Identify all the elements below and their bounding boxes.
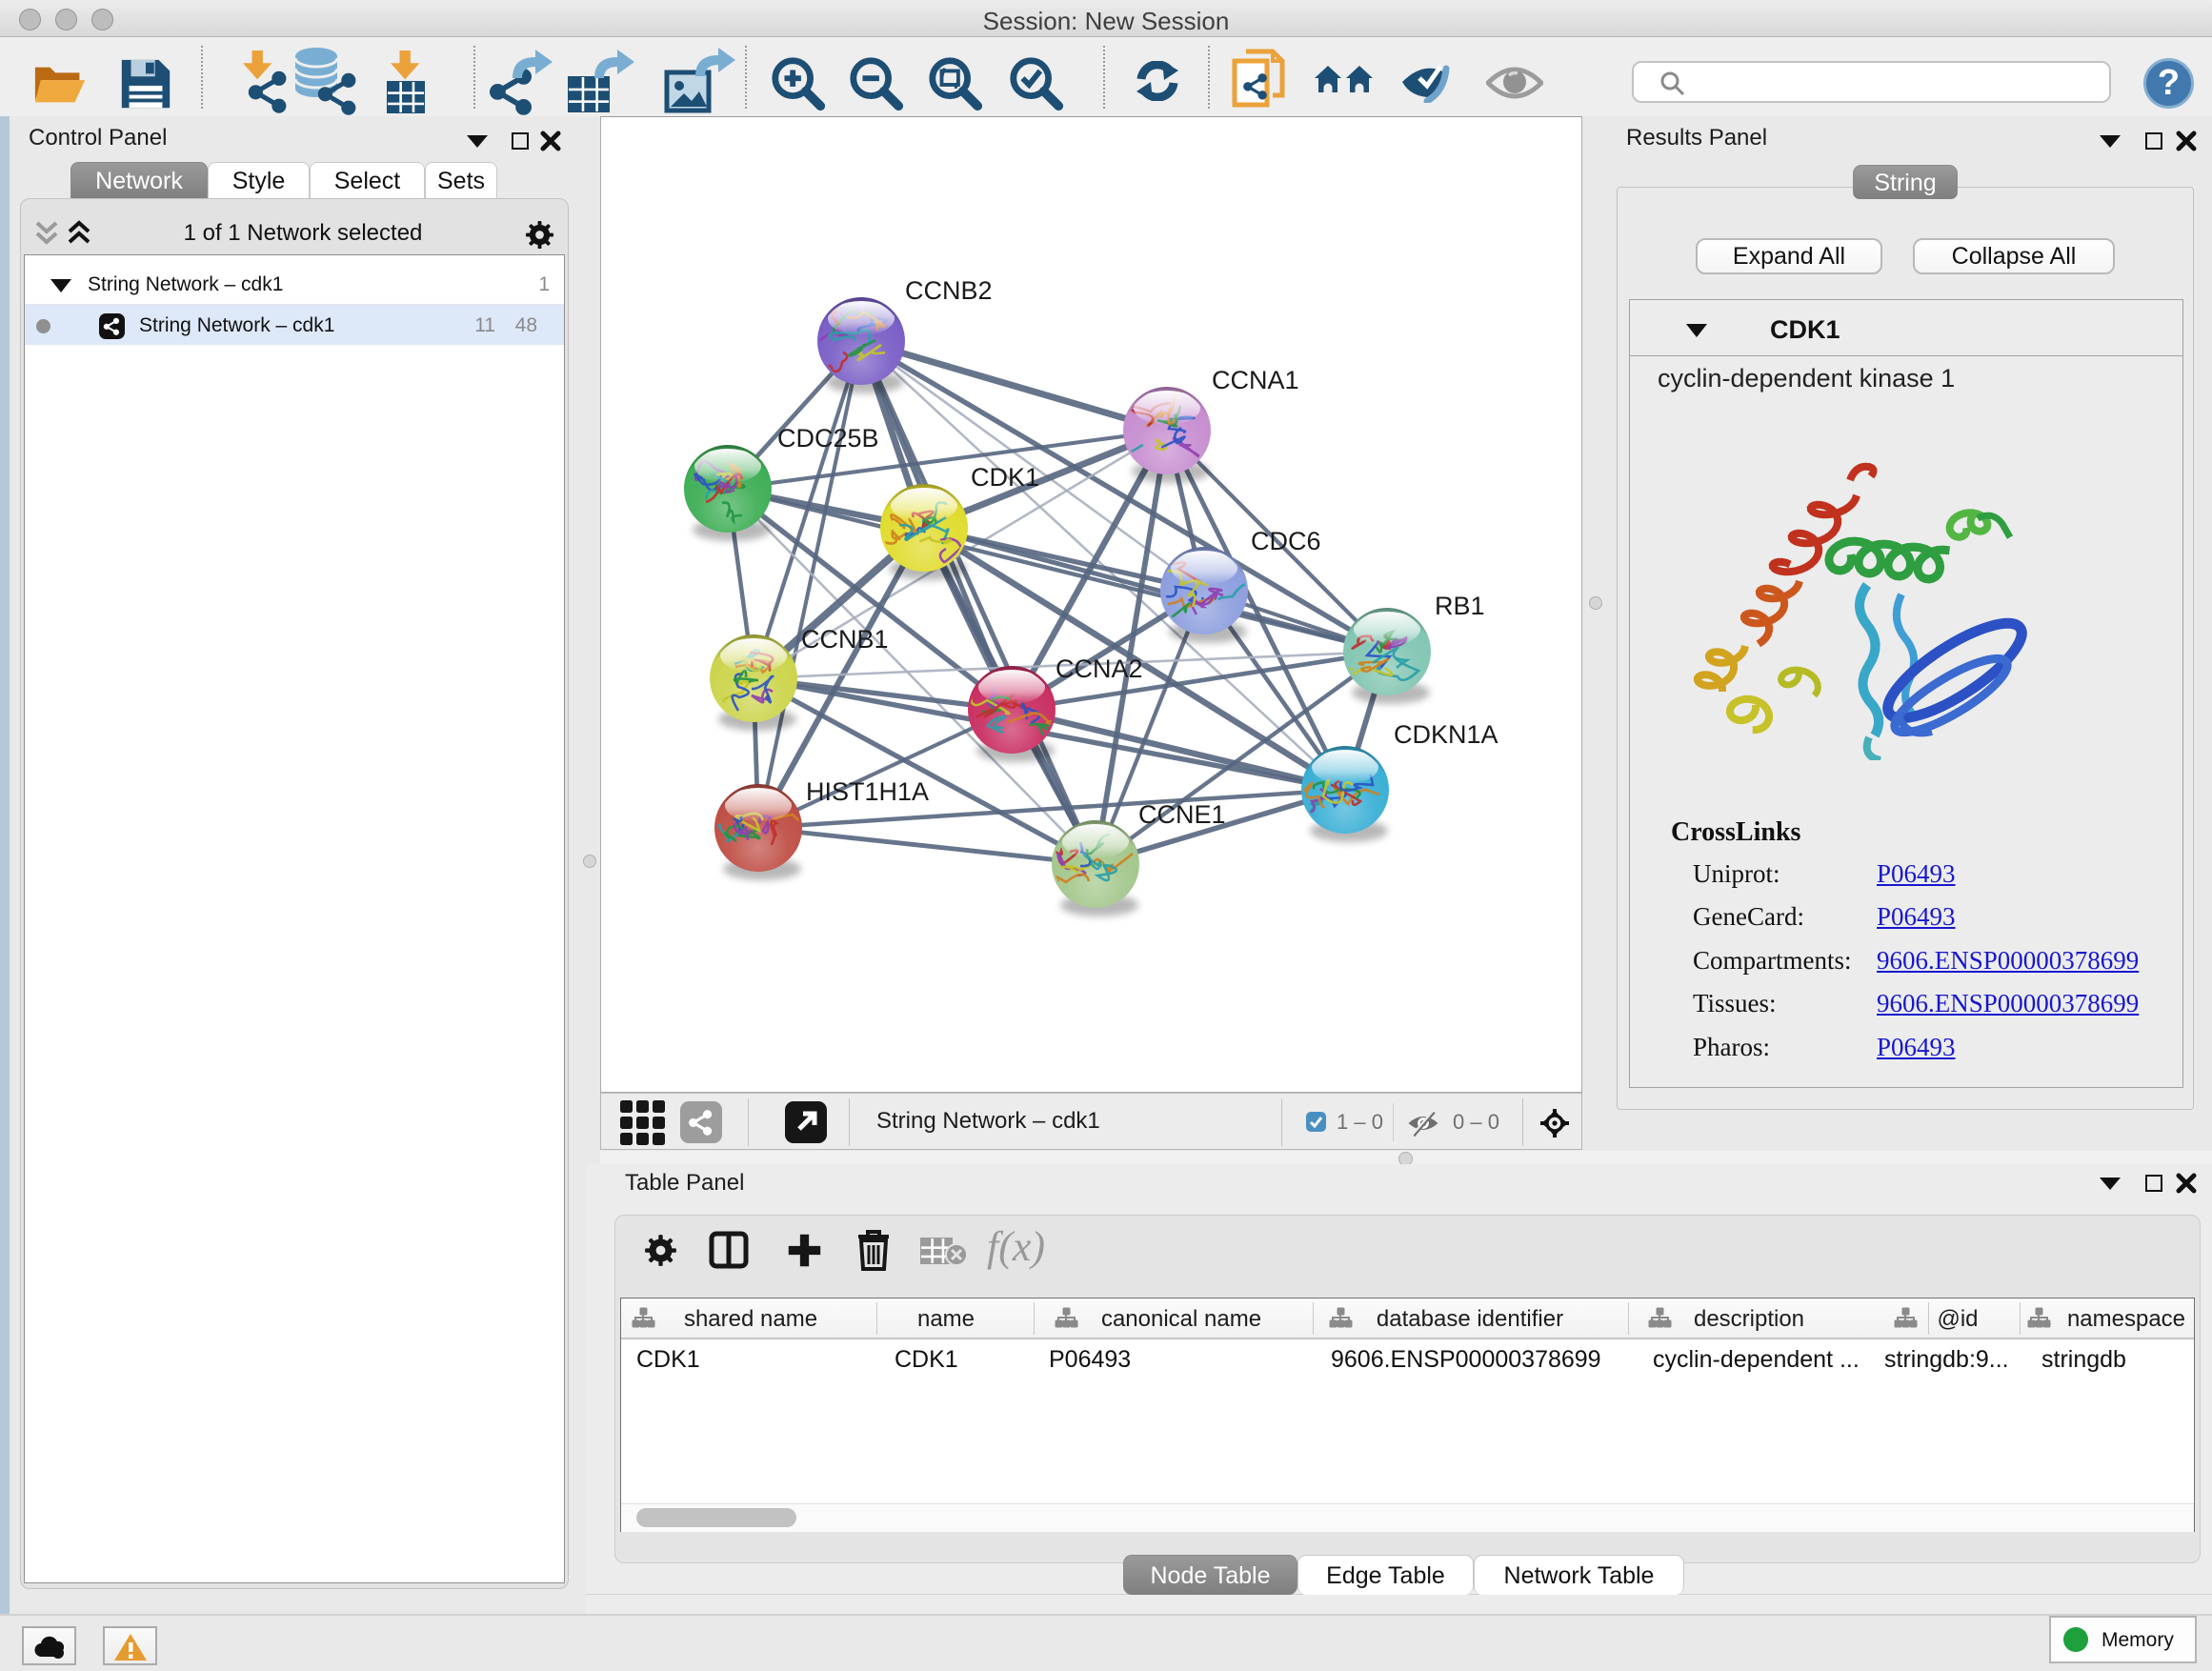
svg-text:RB1: RB1 (1435, 592, 1485, 620)
svg-text:CDC25B: CDC25B (777, 424, 879, 453)
svg-text:CCNB1: CCNB1 (801, 625, 889, 654)
svg-text:CCNB2: CCNB2 (905, 276, 993, 305)
svg-text:CCNA2: CCNA2 (1056, 654, 1143, 683)
svg-text:CCNA1: CCNA1 (1212, 366, 1299, 394)
svg-text:HIST1H1A: HIST1H1A (806, 777, 929, 806)
svg-text:CDK1: CDK1 (971, 463, 1039, 492)
svg-text:CDC6: CDC6 (1251, 527, 1321, 555)
svg-text:CDKN1A: CDKN1A (1394, 720, 1498, 749)
svg-text:CCNE1: CCNE1 (1138, 800, 1226, 829)
